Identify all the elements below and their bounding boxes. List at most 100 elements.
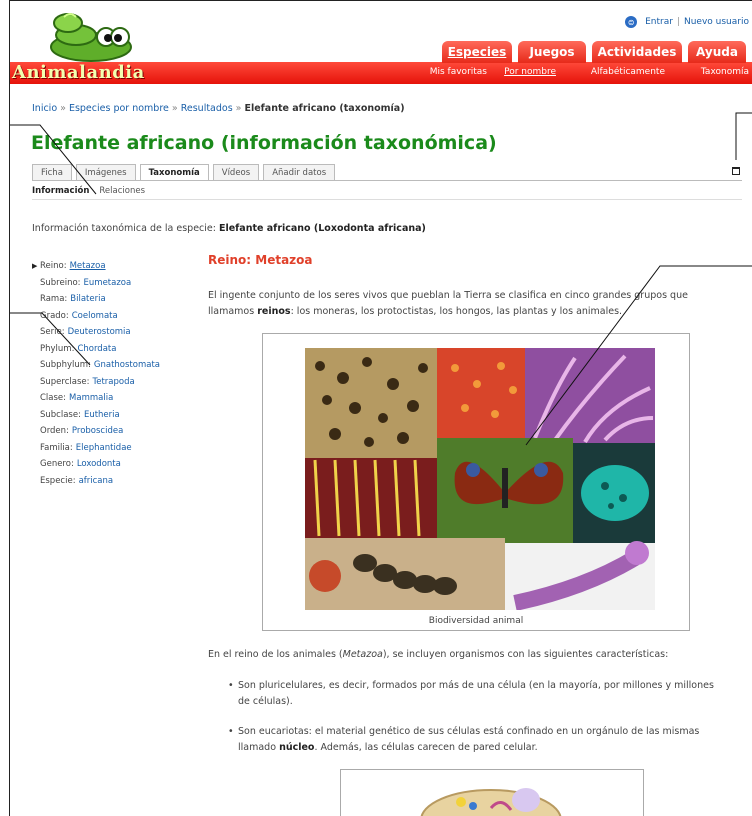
paragraph-bold: reinos: [257, 306, 291, 317]
taxonomy-list: ▶ Reino: Metazoa Subreino: Eumetazoa Rama: B…: [32, 258, 160, 489]
bullet-text-part: . Además, las células carecen de pared c…: [314, 742, 538, 753]
content-tabs: Ficha Imágenes Taxonomía Vídeos Añadir d…: [32, 164, 336, 181]
figure-caption: Biodiversidad animal: [428, 616, 524, 626]
intro-species: Elefante africano (Loxodonta africana): [218, 223, 426, 234]
taxonomy-rank: Phylum:: [40, 343, 75, 354]
breadcrumb-separator: »: [60, 103, 66, 114]
login-area: ⊜ Entrar | Nuevo usuario: [625, 16, 749, 28]
bullet-icon: •: [228, 680, 234, 691]
bullet-text: Son pluricelulares, es decir, formados p…: [238, 680, 714, 707]
intro-text: Información taxonómica de la especie: El…: [32, 223, 426, 234]
subtab-relaciones[interactable]: Relaciones: [99, 186, 145, 196]
paragraph-italic: Metazoa: [342, 649, 383, 660]
taxonomy-item: Familia: Elephantidae: [32, 440, 160, 457]
breadcrumb-especies-por-nombre[interactable]: Especies por nombre: [69, 103, 169, 114]
taxonomy-rank: Genero:: [40, 459, 74, 470]
taxonomy-item: Subclase: Eutheria: [32, 407, 160, 424]
taxonomy-item: Orden: Proboscidea: [32, 423, 160, 440]
taxonomy-rank: Reino:: [40, 261, 67, 272]
taxonomy-link[interactable]: Metazoa: [70, 261, 106, 271]
taxonomy-rank: Especie:: [40, 475, 76, 486]
breadcrumb-current: Elefante africano (taxonomía): [244, 103, 405, 114]
subnav-mis-favoritas[interactable]: Mis favoritas: [430, 67, 487, 77]
tabs-divider: [32, 180, 742, 181]
subnav-por-nombre[interactable]: Por nombre: [504, 67, 556, 77]
sub-tabs: Información Relaciones: [32, 186, 145, 196]
taxonomy-item: Subreino: Eumetazoa: [32, 275, 160, 292]
nav-tab-actividades[interactable]: Actividades: [592, 41, 682, 63]
taxonomy-item: Grado: Coelomata: [32, 308, 160, 325]
subtab-informacion[interactable]: Información: [32, 186, 89, 196]
taxonomy-link[interactable]: Deuterostomia: [68, 327, 131, 337]
taxonomy-item: Especie: africana: [32, 473, 160, 490]
taxonomy-link[interactable]: Proboscidea: [72, 426, 123, 436]
taxonomy-rank: Subreino:: [40, 277, 81, 288]
paragraph-text: : los moneras, los protoctistas, los hon…: [290, 306, 623, 317]
tab-ficha[interactable]: Ficha: [32, 164, 72, 180]
taxonomy-link[interactable]: Eumetazoa: [84, 278, 132, 288]
site-header: Animalandia ⊜ Entrar | Nuevo usuario Esp…: [10, 1, 752, 85]
page-title: Elefante africano (información taxonómic…: [31, 132, 497, 154]
taxonomy-link[interactable]: Eutheria: [84, 410, 120, 420]
list-item: • Son pluricelulares, es decir, formados…: [228, 678, 728, 710]
breadcrumb-resultados[interactable]: Resultados: [181, 103, 233, 114]
taxonomy-link[interactable]: Mammalia: [69, 393, 113, 403]
animal-collage-image[interactable]: [305, 348, 655, 610]
nav-tab-ayuda[interactable]: Ayuda: [688, 41, 746, 63]
user-icon: ⊜: [625, 16, 638, 28]
nav-tab-juegos[interactable]: Juegos: [518, 41, 586, 63]
register-link[interactable]: Nuevo usuario: [684, 17, 749, 27]
breadcrumb-separator: »: [171, 103, 178, 114]
biodiversity-figure: Biodiversidad animal: [262, 333, 690, 631]
taxonomy-rank: Rama:: [40, 294, 68, 305]
taxonomy-item: Phylum: Chordata: [32, 341, 160, 358]
subtabs-divider: [32, 199, 742, 200]
taxonomy-link[interactable]: Elephantidae: [76, 443, 132, 453]
site-logo-text[interactable]: Animalandia: [12, 62, 145, 83]
animal-cell-image[interactable]: [341, 770, 644, 816]
taxonomy-link[interactable]: Coelomata: [72, 311, 118, 321]
taxonomy-item: ▶ Reino: Metazoa: [32, 258, 160, 275]
bullet-icon: •: [228, 726, 234, 737]
taxonomy-link[interactable]: Gnathostomata: [94, 360, 160, 370]
main-nav: Especies Juegos Actividades Ayuda: [442, 41, 746, 63]
taxonomy-link[interactable]: Tetrapoda: [92, 377, 134, 387]
tab-imagenes[interactable]: Imágenes: [75, 164, 136, 180]
bullet-text: Son eucariotas: el material genético de …: [228, 724, 728, 756]
print-icon[interactable]: [732, 167, 740, 175]
taxonomy-link[interactable]: africana: [79, 476, 114, 486]
tab-taxonomia[interactable]: Taxonomía: [139, 164, 209, 181]
taxonomy-item: Genero: Loxodonta: [32, 456, 160, 473]
taxonomy-link[interactable]: Chordata: [77, 344, 116, 354]
selected-arrow-icon: ▶: [32, 262, 38, 271]
snake-logo-icon[interactable]: [46, 7, 136, 65]
taxonomy-rank: Superclase:: [40, 376, 90, 387]
nav-tab-especies[interactable]: Especies: [442, 41, 512, 63]
taxonomy-rank: Familia:: [40, 442, 73, 453]
section-paragraph: El ingente conjunto de los seres vivos q…: [208, 288, 728, 320]
taxonomy-rank: Orden:: [40, 426, 69, 437]
taxonomy-item: Superclase: Tetrapoda: [32, 374, 160, 391]
paragraph-text: En el reino de los animales (: [208, 649, 343, 660]
taxonomy-link[interactable]: Bilateria: [70, 294, 105, 304]
subnav-alfabeticamente[interactable]: Alfabéticamente: [591, 67, 665, 77]
section-title: Reino: Metazoa: [208, 253, 313, 267]
paragraph-text: ), se incluyen organismos con las siguie…: [382, 649, 669, 660]
taxonomy-item: Rama: Bilateria: [32, 291, 160, 308]
frame-left-line: [9, 0, 10, 816]
taxonomy-rank: Serie:: [40, 327, 65, 338]
intro-label: Información taxonómica de la especie:: [32, 223, 216, 234]
bullet-bold: núcleo: [279, 742, 315, 753]
tab-anadir-datos[interactable]: Añadir datos: [263, 164, 336, 180]
taxonomy-rank: Subclase:: [40, 409, 81, 420]
subnav-taxonomia[interactable]: Taxonomía: [701, 67, 749, 77]
breadcrumb-inicio[interactable]: Inicio: [32, 103, 57, 114]
cell-figure: [340, 769, 644, 816]
taxonomy-item: Clase: Mammalia: [32, 390, 160, 407]
breadcrumb-separator: »: [235, 103, 242, 114]
taxonomy-rank: Subphylum:: [40, 360, 91, 371]
taxonomy-rank: Clase:: [40, 393, 67, 404]
taxonomy-link[interactable]: Loxodonta: [77, 459, 121, 469]
login-link[interactable]: Entrar: [645, 17, 673, 27]
tab-videos[interactable]: Vídeos: [212, 164, 260, 180]
